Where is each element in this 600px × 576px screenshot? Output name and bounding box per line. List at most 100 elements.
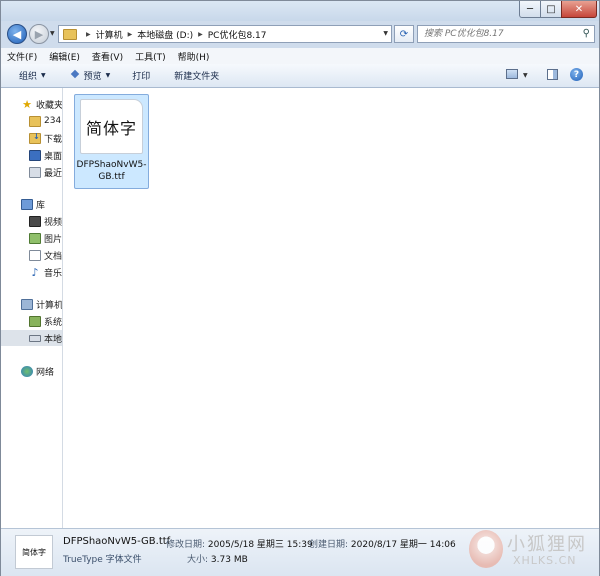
font-file-thumbnail: 简体字 (80, 99, 143, 154)
chevron-down-icon: ▼ (105, 72, 111, 79)
search-input[interactable] (418, 28, 576, 40)
details-thumbnail-text: 简体字 (22, 547, 46, 557)
video-icon (29, 215, 41, 227)
nav-label: 图片 (44, 234, 63, 245)
nav-label: 文档 (44, 251, 63, 262)
change-view-icon[interactable] (506, 69, 518, 79)
nav-label: 音乐 (44, 268, 63, 279)
nav-computer[interactable]: 计算机 (21, 296, 63, 312)
address-dropdown-icon[interactable]: ▼ (383, 30, 388, 37)
created-value: 2020/8/17 星期一 14:06 (350, 540, 456, 550)
menu-edit[interactable]: 编辑(E) (43, 50, 86, 63)
navigation-pane: ★ 收藏夹 234 下载 桌面 最近 库 视频 图片 (1, 88, 63, 528)
file-item[interactable]: 简体字 DFPShaoNvW5-GB.ttf (74, 94, 149, 189)
nav-item-system-drive[interactable]: 系统 (29, 313, 62, 329)
picture-icon (29, 232, 41, 244)
forward-button[interactable]: ▶ (29, 24, 49, 44)
music-icon: ♪ (31, 265, 39, 279)
address-bar[interactable]: ▶ 计算机 ▶ 本地磁盘 (D:) ▶ PC优化包8.17 ▼ (58, 25, 392, 43)
breadcrumb-current-folder[interactable]: PC优化包8.17 (208, 28, 267, 41)
desktop-icon (29, 149, 41, 161)
nav-label: 网络 (36, 367, 55, 378)
nav-item-documents[interactable]: 文档 (29, 247, 62, 263)
maximize-button[interactable]: □ (540, 1, 562, 18)
breadcrumb-drive-d[interactable]: 本地磁盘 (D:) (137, 28, 193, 41)
details-file-name: DFPShaoNvW5-GB.ttf (63, 536, 171, 547)
menu-tools[interactable]: 工具(T) (129, 50, 172, 63)
preview-button[interactable]: 预览 ▼ (70, 69, 111, 82)
libraries-icon (21, 198, 33, 210)
file-name: DFPShaoNvW5-GB.ttf (76, 160, 147, 182)
refresh-icon: ⟳ (399, 28, 409, 40)
nav-item-desktop[interactable]: 桌面 (29, 147, 62, 163)
nav-item-downloads[interactable]: 下载 (29, 130, 62, 146)
nav-item-music[interactable]: ♪ 音乐 (29, 264, 62, 280)
print-button[interactable]: 打印 (132, 69, 150, 82)
nav-item-234[interactable]: 234 (29, 113, 61, 129)
watermark-url: XHLKS.CN (513, 554, 577, 567)
folder-icon (63, 28, 77, 40)
document-icon (29, 249, 41, 261)
view-dropdown-icon[interactable]: ▼ (523, 72, 528, 79)
menu-view[interactable]: 查看(V) (86, 50, 129, 63)
recent-pages-dropdown[interactable]: ▼ (50, 30, 55, 37)
refresh-button[interactable]: ⟳ (394, 25, 414, 43)
created-label: 创建日期: (309, 540, 349, 550)
hard-drive-icon (29, 334, 41, 342)
explorer-window: ─ □ ✕ ◀ ▶ ▼ ▶ 计算机 ▶ 本地磁盘 (D:) ▶ PC优化包8.1… (0, 0, 600, 576)
network-icon (21, 365, 33, 377)
chevron-right-icon[interactable]: ▶ (198, 31, 203, 38)
arrow-left-icon: ◀ (12, 27, 22, 41)
search-box[interactable]: ⚲ (417, 25, 595, 43)
close-button[interactable]: ✕ (561, 1, 597, 18)
preview-label: 预览 (83, 72, 102, 82)
chevron-down-icon: ▼ (41, 72, 46, 79)
details-thumbnail: 简体字 (15, 535, 53, 569)
preview-icon (70, 71, 80, 80)
menu-file[interactable]: 文件(F) (1, 50, 43, 63)
chevron-right-icon[interactable]: ▶ (128, 31, 133, 38)
watermark-text: 小狐狸网 (507, 534, 587, 555)
details-size: 大小: 3.73 MB (187, 552, 248, 565)
modified-value: 2005/5/18 星期三 15:39 (207, 540, 313, 550)
nav-label: 234 (44, 116, 62, 126)
nav-label: 最近 (44, 168, 63, 179)
nav-item-pictures[interactable]: 图片 (29, 230, 62, 246)
minimize-button[interactable]: ─ (519, 1, 541, 18)
details-created: 创建日期: 2020/8/17 星期一 14:06 (309, 537, 456, 550)
nav-item-videos[interactable]: 视频 (29, 213, 62, 229)
preview-pane-icon[interactable] (547, 69, 558, 80)
folder-icon (29, 115, 41, 127)
command-bar: 组织 ▼ 预览 ▼ 打印 新建文件夹 ▼ ? (1, 64, 599, 88)
nav-label: 桌面 (44, 151, 63, 162)
thumbnail-text: 简体字 (85, 118, 137, 138)
nav-label: 库 (36, 200, 46, 211)
title-bar: ─ □ ✕ (1, 1, 599, 21)
nav-network[interactable]: 网络 (21, 363, 54, 379)
back-button[interactable]: ◀ (7, 24, 27, 44)
organize-button[interactable]: 组织 ▼ (19, 69, 46, 82)
nav-label: 收藏夹 (36, 100, 63, 111)
nav-item-local-disk[interactable]: 本地 (1, 330, 62, 346)
help-icon[interactable]: ? (570, 68, 583, 81)
new-folder-button[interactable]: 新建文件夹 (174, 69, 219, 82)
nav-libraries[interactable]: 库 (21, 196, 45, 212)
arrow-right-icon: ▶ (34, 27, 44, 41)
details-modified: 修改日期: 2005/5/18 星期三 15:39 (166, 537, 313, 550)
nav-favorites[interactable]: ★ 收藏夹 (21, 96, 63, 112)
file-list: 简体字 DFPShaoNvW5-GB.ttf (63, 88, 599, 528)
star-icon: ★ (22, 97, 32, 111)
chevron-right-icon[interactable]: ▶ (86, 31, 91, 38)
search-icon[interactable]: ⚲ (583, 28, 590, 39)
details-file-type: TrueType 字体文件 (63, 555, 142, 565)
size-value: 3.73 MB (210, 555, 248, 565)
nav-label: 下载 (44, 134, 63, 145)
nav-label: 计算机 (36, 300, 63, 311)
menu-help[interactable]: 帮助(H) (172, 50, 216, 63)
organize-label: 组织 (19, 72, 38, 82)
nav-label: 系统 (44, 317, 63, 328)
nav-label: 视频 (44, 217, 63, 228)
breadcrumb-computer[interactable]: 计算机 (96, 28, 123, 41)
nav-item-recent[interactable]: 最近 (29, 164, 62, 180)
size-label: 大小: (187, 555, 209, 565)
